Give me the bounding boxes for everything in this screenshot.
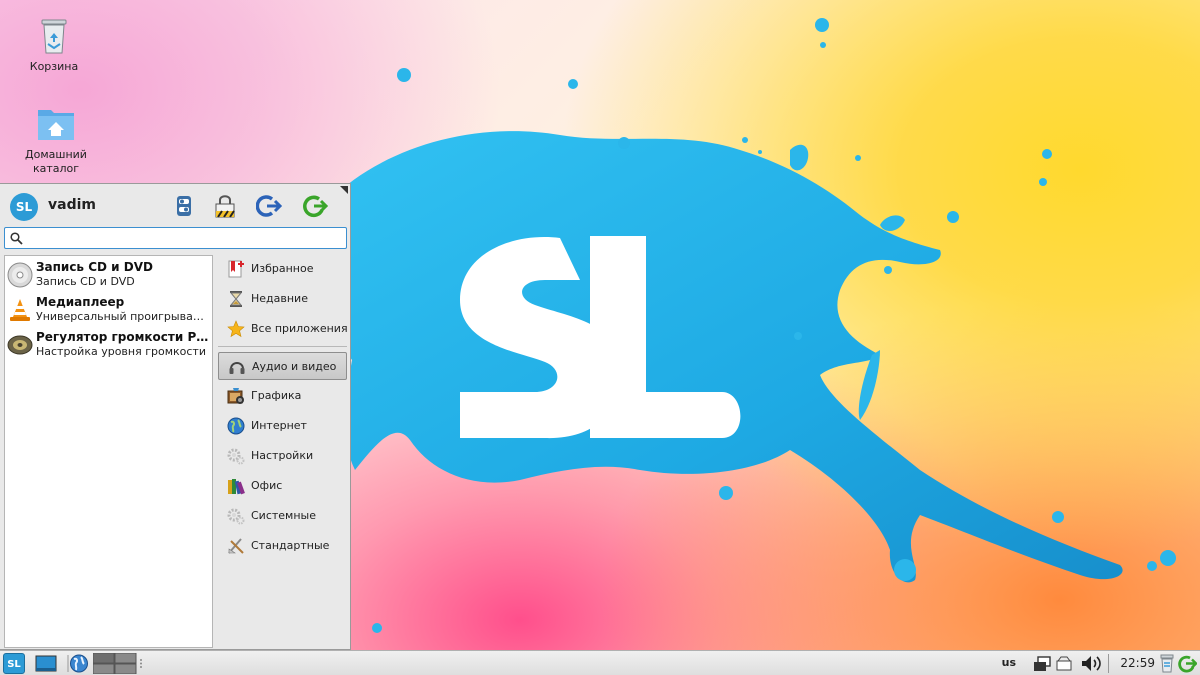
panel-trash-button[interactable] [1158,653,1176,674]
lock-screen-button[interactable] [212,193,238,219]
volume-control[interactable] [1080,653,1102,674]
category-graphics[interactable]: Графика [218,382,347,410]
speaker-icon [7,332,33,358]
hourglass-icon [229,291,243,307]
category-label: Стандартные [251,539,330,552]
settings-icon [177,196,191,216]
taskbar-panel: SL us 22:59 [0,650,1200,675]
category-audio-video[interactable]: Аудио и видео [218,352,347,380]
category-system[interactable]: Системные [218,502,347,530]
tools-icon [228,538,244,554]
user-avatar[interactable]: SL [10,193,38,221]
panel-power-button[interactable] [1177,653,1198,674]
category-separator [218,346,347,347]
category-office[interactable]: Офис [218,472,347,500]
disc-icon [7,262,33,288]
logout-button[interactable] [255,193,283,219]
panel-drag-handle[interactable] [138,653,144,674]
search-icon [10,232,23,245]
web-browser-launcher[interactable] [66,653,90,674]
category-label: Интернет [251,419,307,432]
category-recent[interactable]: Недавние [218,285,347,313]
clock[interactable]: 22:59 [1120,656,1155,670]
search-input[interactable] [27,230,341,246]
restart-icon [303,195,329,218]
category-settings[interactable]: Настройки [218,442,347,470]
trash-icon [1160,654,1174,673]
browser-icon [67,654,88,673]
power-icon [1178,655,1198,673]
graphics-icon [227,388,244,404]
app-name: Регулятор громкости PulseAudio [36,330,210,344]
search-box[interactable] [4,227,347,249]
category-label: Все приложения [251,322,348,335]
category-label: Недавние [251,292,308,305]
category-list: Избранное Недавние Все приложения Аудио … [218,255,349,648]
application-menu: SL vadim Запись CD и DVD Запись CD и DVD… [0,183,351,650]
category-internet[interactable]: Интернет [218,412,347,440]
logout-icon [255,195,283,217]
gears-icon [227,448,245,465]
gears-icon [227,508,245,525]
app-description: Универсальный проигрыватель [36,310,210,323]
desktop-icon [35,655,57,672]
headphones-icon [229,362,245,374]
home-folder-icon [36,104,76,144]
trash-icon [34,16,74,56]
category-label: Избранное [251,262,314,275]
lock-icon [215,195,235,218]
category-label: Настройки [251,449,314,462]
category-favorites[interactable]: Избранное [218,255,347,283]
workspace-pager[interactable] [92,652,137,675]
show-desktop-button[interactable] [35,653,57,674]
volume-icon [1082,656,1101,671]
network-indicator[interactable] [1032,653,1052,674]
clock-separator [1108,654,1109,673]
desktop-icon-label: Домашний каталог [25,148,87,175]
desktop-icon-trash[interactable]: Корзина [18,16,90,74]
category-label: Офис [251,479,283,492]
settings-button[interactable] [171,193,197,219]
category-all-apps[interactable]: Все приложения [218,315,348,343]
handle-icon [140,659,142,668]
application-list: Запись CD и DVD Запись CD и DVD Медиапле… [4,255,213,648]
star-icon [227,320,245,338]
desktop-icon-home[interactable]: Домашний каталог [20,104,92,176]
list-item[interactable]: Регулятор громкости PulseAudio Настройка… [5,328,212,363]
category-label: Системные [251,509,316,522]
category-label: Аудио и видео [252,360,337,373]
category-accessories[interactable]: Стандартные [218,532,347,560]
menu-header: SL vadim [0,184,349,228]
keyboard-layout-indicator[interactable]: us [1002,656,1016,669]
network-icon [1034,656,1051,671]
restart-button[interactable] [302,193,329,219]
list-item[interactable]: Запись CD и DVD Запись CD и DVD [5,258,212,293]
username-label: vadim [48,197,96,213]
globe-icon [227,417,245,435]
category-label: Графика [251,389,302,402]
app-description: Запись CD и DVD [36,275,135,288]
bookmark-icon [228,260,244,278]
app-name: Запись CD и DVD [36,260,153,274]
app-description: Настройка уровня громкости [36,345,206,358]
window-list-button[interactable] [1055,653,1073,674]
start-menu-button[interactable]: SL [3,653,25,674]
list-item[interactable]: Медиаплеер Универсальный проигрыватель [5,293,212,328]
desktop-icon-label: Корзина [29,60,79,73]
vlc-icon [7,297,33,323]
workspace-switcher-icon [92,652,137,675]
app-name: Медиаплеер [36,295,125,309]
books-icon [228,479,245,495]
window-icon [1056,656,1072,671]
